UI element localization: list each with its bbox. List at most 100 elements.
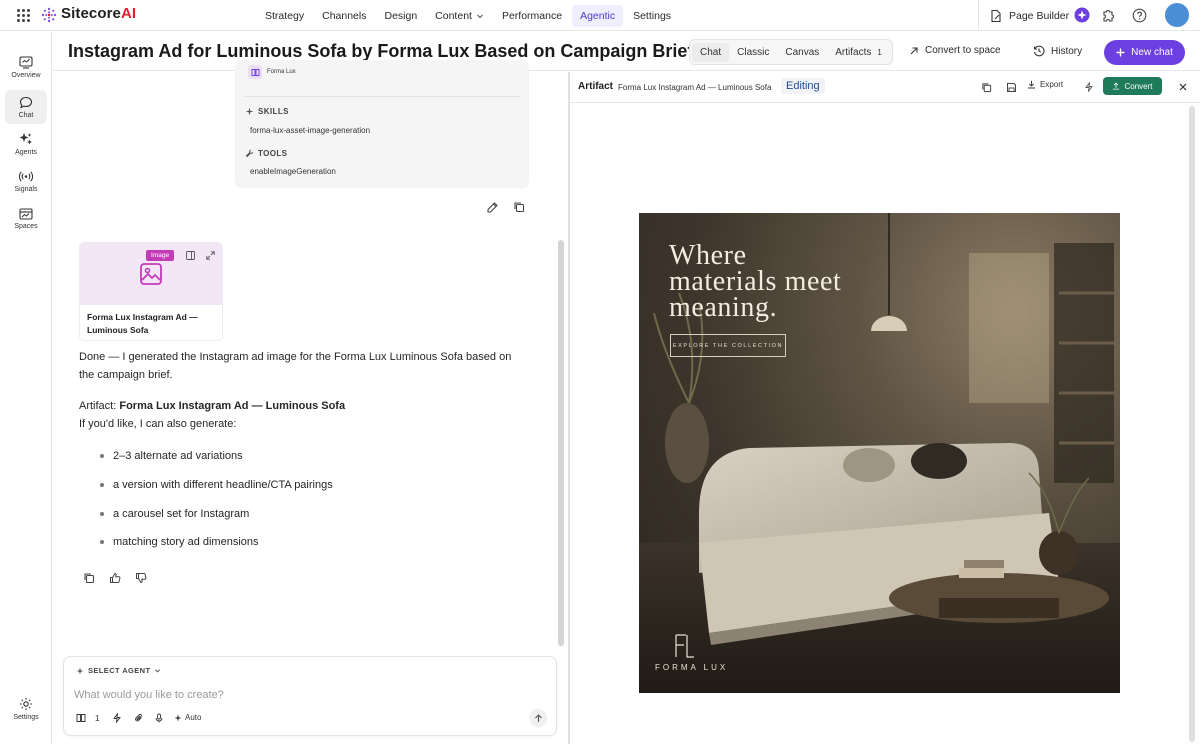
thumbs-up-icon[interactable] xyxy=(109,572,121,584)
artifacts-count-badge: 1 xyxy=(877,47,882,57)
chevron-down-icon xyxy=(155,669,161,673)
puzzle-icon[interactable] xyxy=(1100,7,1116,23)
artifact-link[interactable]: Forma Lux Instagram Ad — Luminous Sofa xyxy=(119,400,345,412)
ai-assistant-icon[interactable] xyxy=(1074,7,1090,23)
context-button[interactable]: 1 xyxy=(76,713,99,723)
tab-artifacts[interactable]: Artifacts 1 xyxy=(827,43,890,62)
help-icon[interactable] xyxy=(1131,7,1147,23)
skills-button[interactable] xyxy=(112,713,122,723)
rail-item-settings[interactable]: Settings xyxy=(5,692,47,726)
spaces-icon xyxy=(19,208,33,220)
open-panel-icon[interactable] xyxy=(186,251,195,260)
artifact-scrollbar[interactable] xyxy=(1189,106,1195,742)
rail-label-agents: Agents xyxy=(15,149,37,156)
tab-canvas[interactable]: Canvas xyxy=(777,43,827,62)
nav-content-label: Content xyxy=(435,9,472,22)
nav-channels[interactable]: Channels xyxy=(314,5,374,27)
mode-selector[interactable]: Auto xyxy=(174,713,201,722)
ad-headline-line: meaning. xyxy=(669,292,778,323)
nav-content[interactable]: Content xyxy=(427,5,492,27)
arrow-up-right-icon xyxy=(910,46,918,54)
arrow-up-icon xyxy=(534,713,542,722)
artifact-toolbar: Artifact Forma Lux Instagram Ad — Lumino… xyxy=(570,72,1200,103)
app-switcher-icon[interactable] xyxy=(17,9,30,22)
history-label: History xyxy=(1051,45,1083,57)
tab-artifacts-label: Artifacts xyxy=(835,46,872,58)
prompt-input[interactable] xyxy=(74,689,544,701)
copy-artifact-icon[interactable] xyxy=(979,80,993,94)
chat-icon xyxy=(19,96,33,109)
download-icon xyxy=(1028,80,1035,89)
book-icon xyxy=(76,714,86,722)
list-item: matching story ad dimensions xyxy=(100,536,259,548)
list-item: 2–3 alternate ad variations xyxy=(100,450,243,462)
rail-item-spaces[interactable]: Spaces xyxy=(5,202,47,236)
attach-button[interactable] xyxy=(134,713,144,723)
list-item-text: matching story ad dimensions xyxy=(113,536,259,548)
nav-agentic[interactable]: Agentic xyxy=(572,4,624,27)
logo-name: Sitecore xyxy=(61,5,121,22)
chevron-down-icon xyxy=(477,14,483,18)
overview-icon xyxy=(19,55,33,69)
pane-resize-handle[interactable] xyxy=(568,72,570,744)
user-avatar[interactable] xyxy=(1165,3,1189,27)
save-icon[interactable] xyxy=(1004,80,1018,94)
sparkle-icon xyxy=(76,667,84,674)
left-rail: Overview Chat Agents Signals Spaces Sett… xyxy=(0,32,52,744)
page-builder-label: Page Builder xyxy=(1009,9,1070,22)
close-icon[interactable] xyxy=(1176,80,1190,94)
lightning-icon xyxy=(113,713,121,723)
image-type-badge: Image xyxy=(146,250,175,261)
skills-heading: SKILLS xyxy=(245,107,289,116)
new-chat-label: New chat xyxy=(1131,47,1173,58)
list-item-text: a version with different headline/CTA pa… xyxy=(113,479,333,491)
artifact-prefix: Artifact: xyxy=(79,400,117,412)
artifact-reference: Artifact: Forma Lux Instagram Ad — Lumin… xyxy=(79,397,345,415)
export-label: Export xyxy=(1040,80,1064,89)
page-builder-icon xyxy=(991,9,1001,22)
ad-cta-button: EXPLORE THE COLLECTION xyxy=(670,334,786,357)
skills-heading-label: SKILLS xyxy=(258,107,289,116)
select-agent-label: SELECT AGENT xyxy=(88,666,151,675)
page-title: Instagram Ad for Luminous Sofa by Forma … xyxy=(68,41,694,61)
page-builder-button[interactable]: Page Builder xyxy=(989,9,1069,23)
book-icon xyxy=(251,68,259,76)
nav-performance[interactable]: Performance xyxy=(494,5,570,27)
rail-item-signals[interactable]: Signals xyxy=(5,164,47,198)
tab-chat[interactable]: Chat xyxy=(692,42,730,62)
plus-icon xyxy=(1116,48,1125,57)
image-icon xyxy=(140,263,162,285)
select-agent-dropdown[interactable]: SELECT AGENT xyxy=(76,666,161,675)
image-preview: Image xyxy=(80,243,222,305)
send-button[interactable] xyxy=(529,709,547,727)
convert-to-space-button[interactable]: Convert to space xyxy=(909,45,1001,56)
image-card-caption: Forma Lux Instagram Ad — Luminous Sofa xyxy=(87,312,198,335)
image-artifact-card[interactable]: Image Forma Lux Instagram Ad — Luminous … xyxy=(80,243,222,340)
upload-icon xyxy=(1113,82,1120,90)
expand-icon[interactable] xyxy=(206,251,215,260)
agent-name: Forma Lux xyxy=(267,69,296,75)
copy-message-icon[interactable] xyxy=(83,572,95,584)
logo-ai: AI xyxy=(121,5,137,22)
history-button[interactable]: History xyxy=(1033,45,1082,57)
convert-button[interactable]: Convert xyxy=(1103,77,1162,95)
new-chat-button[interactable]: New chat xyxy=(1104,40,1185,65)
nav-strategy[interactable]: Strategy xyxy=(257,5,312,27)
nav-settings[interactable]: Settings xyxy=(625,5,679,27)
edit-icon[interactable] xyxy=(486,201,499,214)
tab-classic[interactable]: Classic xyxy=(729,43,777,62)
thumbs-down-icon[interactable] xyxy=(135,572,147,584)
offer-text: If you'd like, I can also generate: xyxy=(79,418,237,430)
forma-lux-monogram-logo xyxy=(675,634,694,658)
microphone-button[interactable] xyxy=(154,713,164,723)
app-logo[interactable]: SitecoreAI xyxy=(61,5,136,22)
tools-heading-label: TOOLS xyxy=(258,149,288,158)
rail-item-agents[interactable]: Agents xyxy=(5,127,47,161)
rail-item-overview[interactable]: Overview xyxy=(5,50,47,84)
rail-item-chat[interactable]: Chat xyxy=(5,90,47,124)
lightning-icon[interactable] xyxy=(1082,80,1096,94)
export-button[interactable]: Export xyxy=(1027,80,1063,89)
copy-icon[interactable] xyxy=(513,201,525,213)
chat-scrollbar[interactable] xyxy=(558,240,564,646)
nav-design[interactable]: Design xyxy=(376,5,425,27)
